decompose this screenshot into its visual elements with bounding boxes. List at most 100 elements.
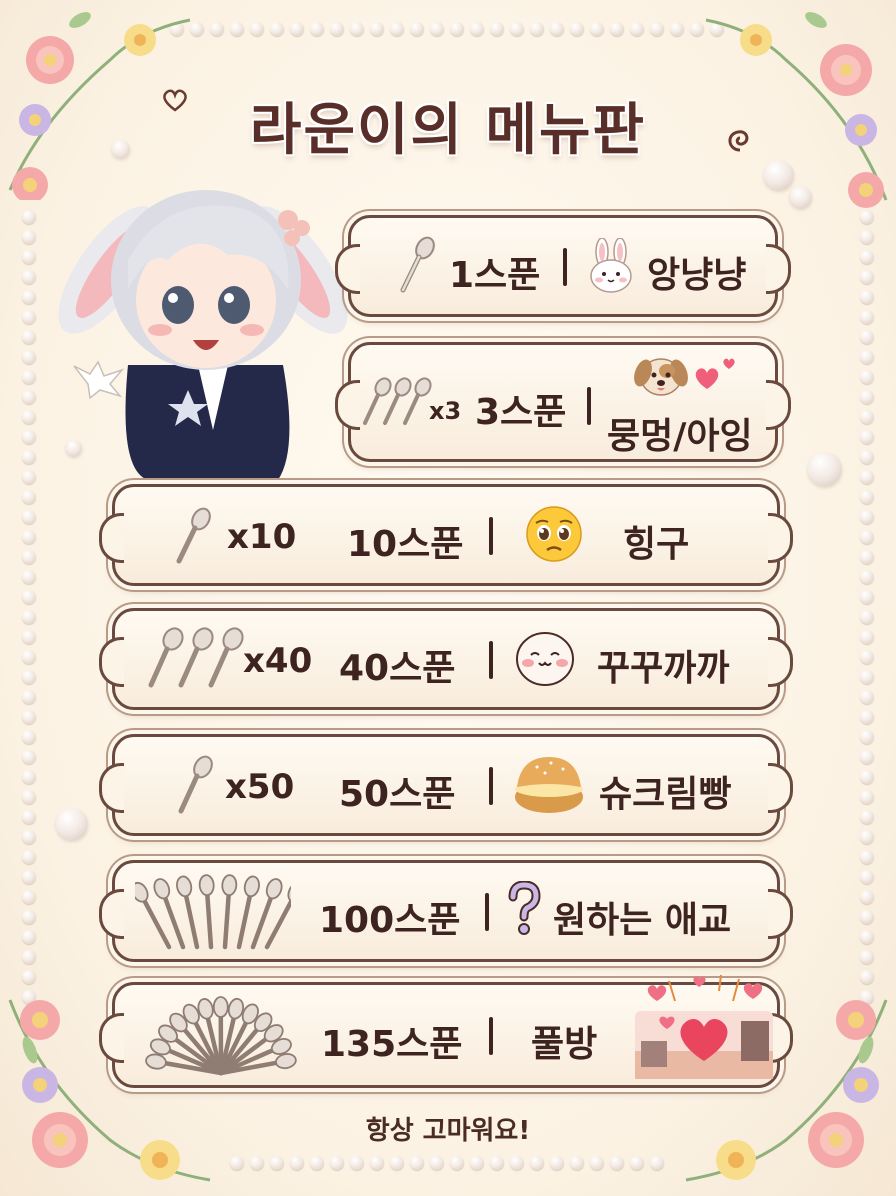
pearl-decoration — [270, 22, 284, 36]
spoon-count: 50스푼 — [339, 774, 456, 815]
pearl-border-top — [170, 22, 724, 36]
pearl-decoration — [22, 290, 36, 304]
pearl-decoration — [56, 808, 88, 840]
bunny-character-illustration — [58, 190, 348, 480]
pearl-decoration — [570, 22, 584, 36]
pearl-decoration — [22, 570, 36, 584]
pearl-decoration — [22, 410, 36, 424]
pearl-decoration — [22, 690, 36, 704]
pearl-decoration — [370, 1156, 384, 1170]
pearl-decoration — [860, 830, 874, 844]
card-tab-left — [99, 763, 124, 813]
menu-item-4: x40 40스푼 꾸꾸까까 — [99, 608, 793, 710]
pearl-decoration — [510, 1156, 524, 1170]
pearl-decoration — [530, 22, 544, 36]
pearl-decoration — [22, 710, 36, 724]
pearl-decoration — [860, 570, 874, 584]
pearl-border-right — [860, 210, 874, 1004]
pearl-decoration — [22, 930, 36, 944]
pearl-decoration — [860, 610, 874, 624]
menu-item-3: x10 10스푼 힝구 — [99, 484, 793, 586]
pearl-decoration — [410, 22, 424, 36]
pearl-decoration — [22, 370, 36, 384]
pearl-decoration — [650, 22, 664, 36]
pearl-decoration — [650, 1156, 664, 1170]
menu-board: 라운이의 메뉴판 1스푼 앙냥냥 x3 3스푼 뭉멍/아잉 x10 10스푼 힝… — [0, 0, 896, 1196]
pearl-decoration — [210, 22, 224, 36]
pearl-decoration — [860, 910, 874, 924]
pearl-decoration — [470, 1156, 484, 1170]
pearl-decoration — [860, 290, 874, 304]
reward-label: 슈크림빵 — [599, 774, 732, 815]
card-tab-right — [768, 889, 793, 939]
pearl-decoration — [370, 22, 384, 36]
pearl-decoration — [22, 750, 36, 764]
spoon-count: 100스푼 — [319, 900, 461, 941]
pearl-decoration — [860, 470, 874, 484]
card-tab-right — [768, 513, 793, 563]
pearl-decoration — [860, 750, 874, 764]
separator — [563, 248, 567, 286]
spoon-count: 3스푼 — [475, 392, 567, 433]
pearl-decoration — [22, 870, 36, 884]
pearl-border-bottom — [230, 1156, 664, 1170]
pearl-decoration — [860, 310, 874, 324]
cream-puff-icon — [515, 757, 583, 813]
pearl-decoration — [670, 22, 684, 36]
spoon-group-icon — [363, 377, 432, 425]
pearl-decoration — [390, 22, 404, 36]
spoon-group-icon — [148, 627, 244, 688]
pearl-decoration — [860, 550, 874, 564]
separator — [489, 517, 493, 555]
spoon-count: 40스푼 — [339, 648, 456, 689]
pearl-decoration — [22, 530, 36, 544]
pearl-decoration — [860, 730, 874, 744]
pearl-decoration — [310, 22, 324, 36]
multiplier-label: x50 — [225, 767, 295, 807]
card-tab-right — [766, 380, 791, 430]
separator — [587, 387, 591, 425]
pearl-decoration — [22, 590, 36, 604]
pearl-decoration — [860, 410, 874, 424]
pearl-decoration — [860, 270, 874, 284]
spoon-fan-icon — [145, 996, 297, 1076]
pearl-decoration — [22, 890, 36, 904]
pearl-decoration — [22, 350, 36, 364]
pearl-decoration — [22, 850, 36, 864]
pearl-decoration — [860, 330, 874, 344]
pearl-decoration — [860, 390, 874, 404]
spoon-icon — [198, 874, 215, 950]
spoon-count: 135스푼 — [321, 1024, 463, 1065]
pearl-decoration — [22, 830, 36, 844]
pearl-decoration — [490, 1156, 504, 1170]
pearl-decoration — [22, 810, 36, 824]
multiplier-label: x10 — [227, 517, 297, 557]
pearl-decoration — [860, 370, 874, 384]
pearl-decoration — [230, 1156, 244, 1170]
pearl-decoration — [860, 870, 874, 884]
pearl-decoration — [860, 450, 874, 464]
pearl-decoration — [610, 1156, 624, 1170]
multiplier-label: x40 — [243, 641, 313, 681]
pearl-decoration — [22, 250, 36, 264]
pearl-decoration — [450, 22, 464, 36]
puppy-hearts-icon — [634, 358, 735, 396]
pearl-decoration — [860, 690, 874, 704]
spoon-count: 10스푼 — [347, 524, 464, 565]
pearl-decoration — [860, 710, 874, 724]
pearl-decoration — [860, 630, 874, 644]
pearl-decoration — [270, 1156, 284, 1170]
pearl-decoration — [22, 670, 36, 684]
pearl-decoration — [550, 22, 564, 36]
pearl-decoration — [390, 1156, 404, 1170]
swirl-doodle-icon — [728, 130, 749, 152]
pearl-decoration — [22, 430, 36, 444]
footer-message: 항상 고마워요! — [365, 1116, 531, 1146]
pearl-decoration — [22, 550, 36, 564]
separator — [489, 767, 493, 805]
sparkle-icon — [73, 360, 125, 400]
menu-item-2: x3 3스푼 뭉멍/아잉 — [335, 342, 791, 462]
pearl-decoration — [22, 950, 36, 964]
pearl-decoration — [860, 650, 874, 664]
pearl-decoration — [22, 510, 36, 524]
